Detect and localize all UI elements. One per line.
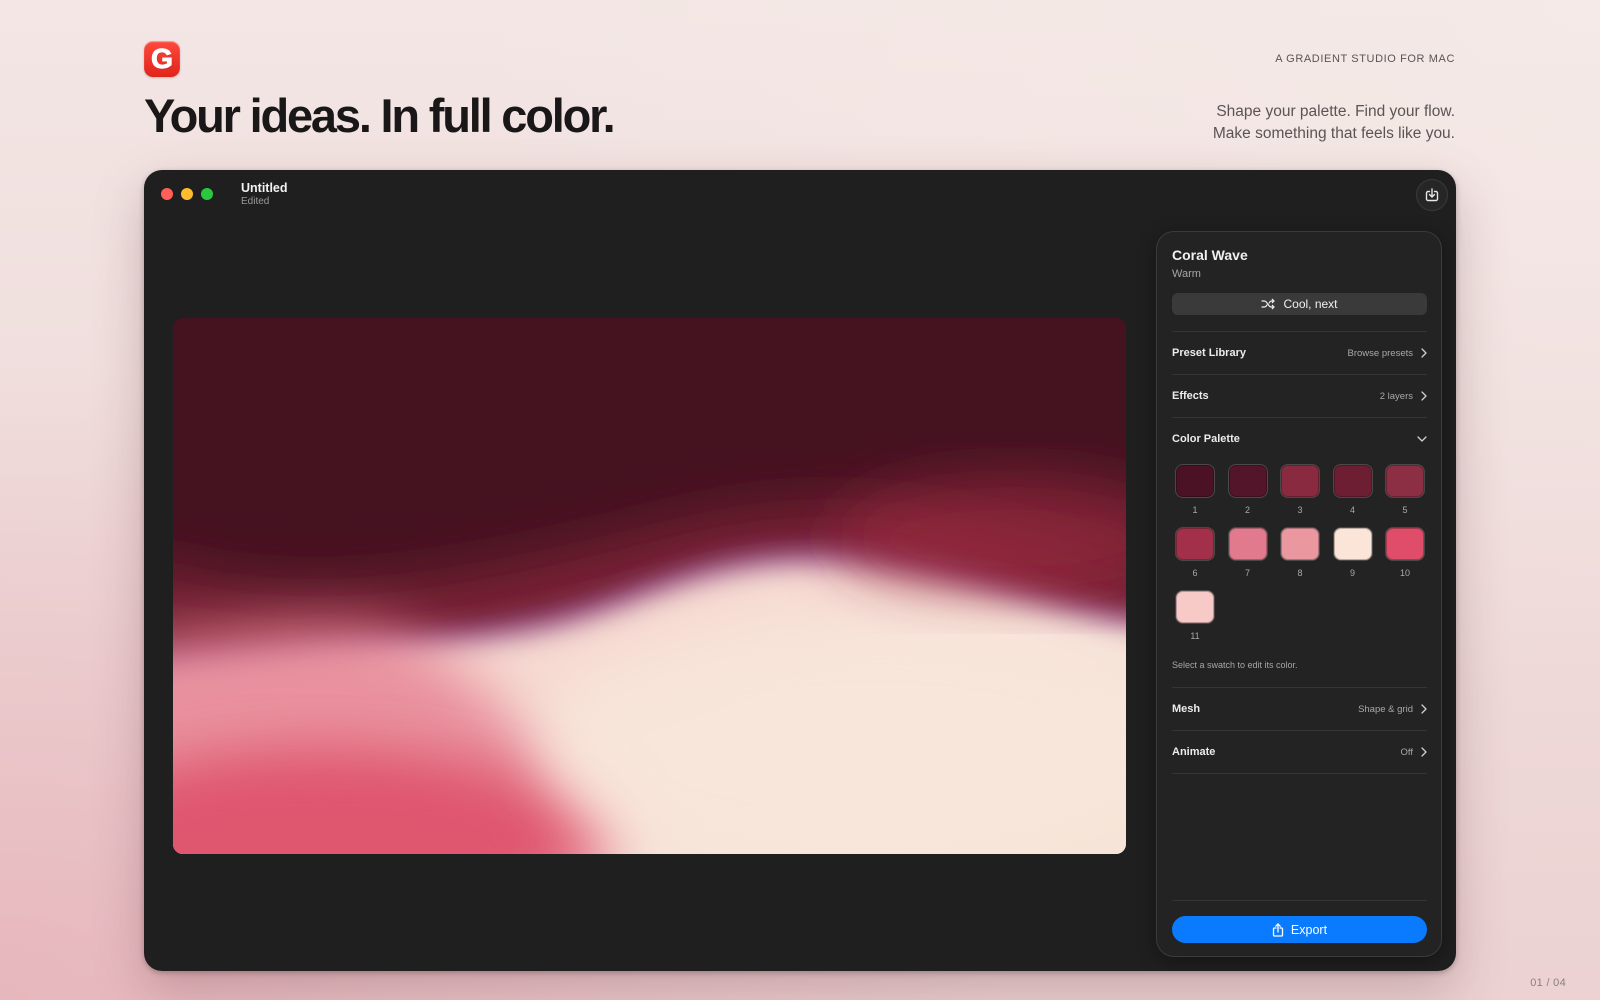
gradient-canvas[interactable] (173, 318, 1126, 854)
swatch-chip (1332, 464, 1373, 498)
color-swatch[interactable]: 7 (1227, 527, 1268, 578)
shuffle-icon (1261, 298, 1276, 310)
download-icon (1425, 188, 1439, 202)
row-value: Shape & grid (1358, 703, 1413, 715)
row-value: Browse presets (1347, 347, 1413, 359)
page-headline: Your ideas. In full color. (144, 89, 616, 142)
row-label: Animate (1172, 746, 1216, 758)
save-button[interactable] (1416, 179, 1448, 211)
color-swatch[interactable]: 4 (1332, 464, 1373, 515)
preset-tag: Warm (1172, 268, 1201, 280)
color-swatch[interactable]: 2 (1227, 464, 1268, 515)
page-indicator: 01 / 04 (1530, 977, 1566, 989)
document-title: Untitled Edited (241, 181, 288, 207)
export-label: Export (1290, 922, 1328, 937)
color-swatch[interactable]: 8 (1280, 527, 1320, 578)
inspector-panel: Coral Wave Warm Cool, next Preset Librar… (1156, 231, 1442, 957)
swatch-number: 3 (1297, 505, 1303, 515)
row-label: Color Palette (1172, 433, 1240, 445)
row-mesh[interactable]: Mesh Shape & grid (1172, 687, 1427, 730)
app-logo-icon: G (144, 41, 180, 77)
document-status: Edited (241, 196, 270, 207)
share-icon (1272, 922, 1284, 937)
chevron-right-icon (1421, 391, 1427, 401)
swatch-number: 7 (1244, 568, 1250, 578)
subcopy-line-2: Make something that feels like you. (1212, 125, 1455, 142)
row-value: Off (1400, 746, 1414, 758)
swatch-number: 11 (1190, 631, 1200, 641)
logo-letter: G (151, 43, 174, 74)
color-swatch[interactable]: 11 (1175, 590, 1215, 641)
swatch-number: 1 (1192, 505, 1198, 515)
row-color-palette[interactable]: Color Palette (1172, 417, 1427, 460)
minimize-window-button[interactable] (181, 188, 193, 200)
subcopy-line-1: Shape your palette. Find your flow. (1216, 103, 1455, 120)
swatch-chip (1175, 590, 1215, 624)
swatch-chip (1332, 527, 1373, 561)
close-window-button[interactable] (161, 188, 173, 200)
gradient-preview (173, 318, 1126, 854)
tagline: A GRADIENT STUDIO FOR MAC (1275, 53, 1455, 65)
export-button[interactable]: Export (1172, 916, 1427, 943)
shuffle-label: Cool, next (1283, 297, 1338, 311)
row-label: Effects (1172, 390, 1209, 402)
color-swatch[interactable]: 10 (1385, 527, 1425, 578)
app-window: Untitled Edited Coral Wave Warm Cool, ne… (144, 170, 1456, 971)
swatch-number: 10 (1399, 568, 1410, 578)
zoom-window-button[interactable] (201, 188, 213, 200)
document-name: Untitled (241, 181, 288, 195)
chevron-right-icon (1421, 747, 1427, 757)
color-swatch[interactable]: 5 (1385, 464, 1425, 515)
shuffle-button[interactable]: Cool, next (1172, 293, 1427, 315)
chevron-right-icon (1421, 704, 1427, 714)
divider (1172, 900, 1427, 901)
swatch-chip (1385, 527, 1425, 561)
swatch-number: 2 (1244, 505, 1250, 515)
swatch-chip (1280, 527, 1320, 561)
chevron-down-icon (1417, 436, 1427, 442)
row-preset-library[interactable]: Preset Library Browse presets (1172, 331, 1427, 374)
swatch-chip (1175, 464, 1215, 498)
color-swatch[interactable]: 9 (1332, 527, 1373, 578)
swatch-number: 4 (1349, 505, 1355, 515)
swatch-chip (1385, 464, 1425, 498)
chevron-right-icon (1421, 348, 1427, 358)
palette-hint: Select a swatch to edit its color. (1172, 660, 1298, 670)
row-value: 2 layers (1379, 390, 1413, 402)
swatch-number: 5 (1402, 505, 1408, 515)
row-animate[interactable]: Animate Off (1172, 730, 1427, 773)
swatch-number: 8 (1297, 568, 1303, 578)
swatch-chip (1175, 527, 1215, 561)
swatch-chip (1227, 527, 1268, 561)
row-effects[interactable]: Effects 2 layers (1172, 374, 1427, 417)
row-label: Mesh (1172, 703, 1201, 715)
swatch-number: 9 (1349, 568, 1355, 578)
swatch-chip (1280, 464, 1320, 498)
swatch-chip (1227, 464, 1268, 498)
swatch-number: 6 (1192, 568, 1198, 578)
color-swatch[interactable]: 1 (1175, 464, 1215, 515)
color-swatch[interactable]: 3 (1280, 464, 1320, 515)
subcopy: Shape your palette. Find your flow. Make… (1213, 101, 1455, 145)
color-swatch[interactable]: 6 (1175, 527, 1215, 578)
window-controls (161, 188, 213, 200)
preset-name: Coral Wave (1172, 247, 1248, 263)
row-label: Preset Library (1172, 347, 1246, 359)
divider (1172, 773, 1427, 774)
